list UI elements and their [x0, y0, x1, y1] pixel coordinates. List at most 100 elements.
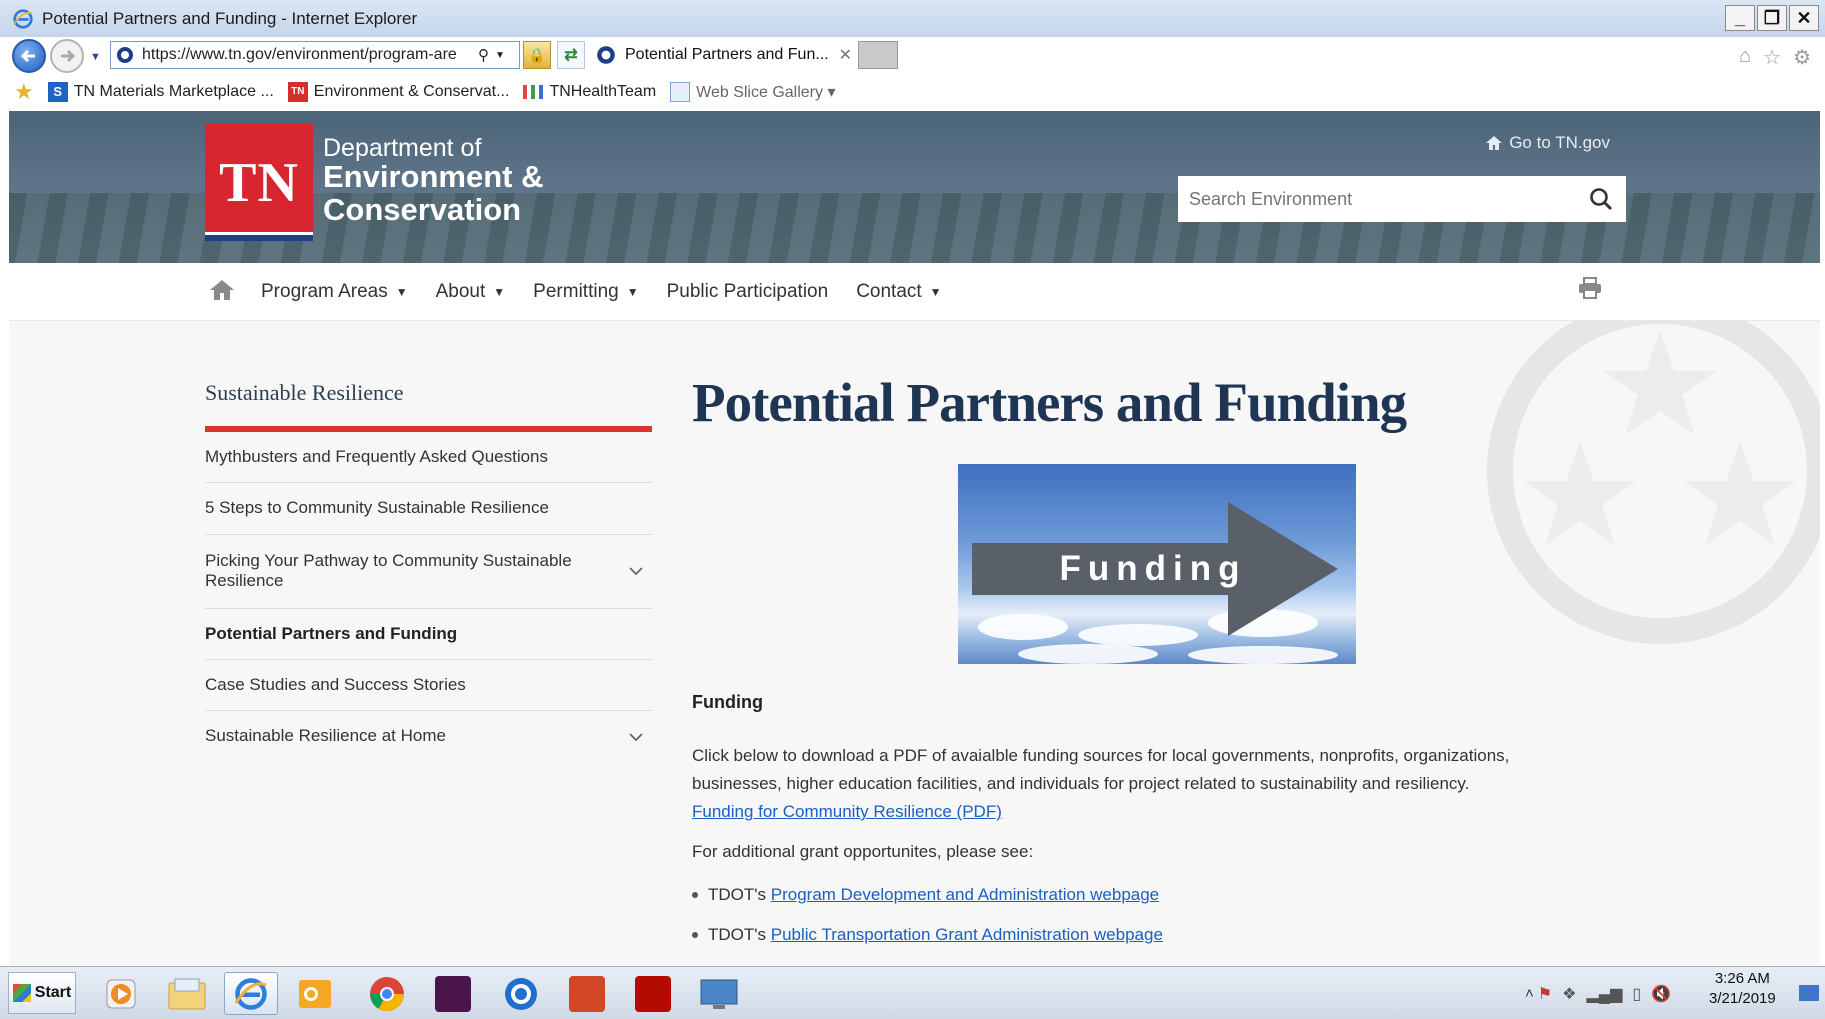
- taskbar-slack[interactable]: [426, 972, 480, 1015]
- monitor-icon: [700, 979, 738, 1009]
- browser-tab[interactable]: Potential Partners and Fun... ✕: [595, 39, 857, 71]
- clock-date: 3/21/2019: [1709, 990, 1776, 1007]
- list-item-prefix: TDOT's: [708, 925, 767, 944]
- lock-icon[interactable]: 🔒: [523, 41, 551, 69]
- taskbar-file-explorer[interactable]: [160, 972, 214, 1015]
- close-button[interactable]: ✕: [1789, 5, 1819, 31]
- nav-program-areas[interactable]: Program Areas ▼: [261, 281, 408, 303]
- window-title: Potential Partners and Funding - Interne…: [42, 8, 418, 28]
- page-title: Potential Partners and Funding: [692, 372, 1407, 433]
- show-desktop-button[interactable]: [1799, 985, 1819, 1001]
- tn-icon: TN: [287, 82, 308, 102]
- taskbar-internet-explorer[interactable]: [224, 972, 278, 1015]
- sidebar-item-label: Mythbusters and Frequently Asked Questio…: [205, 447, 549, 466]
- system-tray: ˄ ⚑ ❖ ▂▄▆ ▯ 🔇: [1525, 972, 1825, 1015]
- sidebar-item-case-studies[interactable]: Case Studies and Success Stories: [205, 660, 652, 712]
- go-to-tn-link[interactable]: Go to TN.gov: [1485, 133, 1610, 153]
- new-tab-button[interactable]: [858, 41, 898, 69]
- power-icon[interactable]: ▯: [1632, 984, 1641, 1004]
- favorite-label: Web Slice Gallery ▾: [696, 84, 836, 101]
- forward-button[interactable]: [50, 39, 84, 73]
- taskbar-media-player[interactable]: [94, 972, 148, 1015]
- home-icon[interactable]: ⌂: [1739, 45, 1751, 70]
- sidebar: Sustainable Resilience Mythbusters and F…: [205, 380, 652, 762]
- search-icon[interactable]: [1588, 186, 1614, 212]
- taskbar-acrobat[interactable]: [626, 972, 680, 1015]
- taskbar-skype-business[interactable]: [494, 972, 548, 1015]
- taskbar-outlook[interactable]: [288, 972, 342, 1015]
- funding-hero-image: Funding: [958, 464, 1356, 664]
- gear-icon[interactable]: ⚙: [1793, 45, 1811, 70]
- action-center-flag-icon[interactable]: ⚑: [1538, 984, 1552, 1004]
- cloud: [1018, 644, 1158, 664]
- nav-label: Public Participation: [666, 281, 829, 302]
- content-area: Sustainable Resilience Mythbusters and F…: [9, 321, 1820, 966]
- grant-links-list: TDOT's Program Development and Administr…: [692, 885, 1163, 965]
- minimize-button[interactable]: _: [1725, 5, 1755, 31]
- bars-icon: [523, 85, 544, 99]
- sidebar-item-potential-partners[interactable]: Potential Partners and Funding: [205, 609, 652, 660]
- tn-logo-stripe: [205, 232, 313, 241]
- tab-close-icon[interactable]: ✕: [839, 45, 852, 65]
- powerpoint-icon: [569, 975, 605, 1012]
- nav-label: Program Areas: [261, 281, 388, 302]
- program-development-link[interactable]: Program Development and Administration w…: [771, 885, 1159, 905]
- favorites-star-icon[interactable]: ☆: [1763, 45, 1781, 70]
- favorite-tnhealthteam[interactable]: TNHealthTeam: [523, 83, 656, 101]
- caret-down-icon: ▼: [493, 285, 506, 299]
- window-title-bar: Potential Partners and Funding - Interne…: [0, 0, 1825, 37]
- dept-line-2: Environment &: [323, 159, 544, 195]
- history-dropdown-icon[interactable]: ▼: [90, 51, 101, 63]
- sidebar-item-mythbusters[interactable]: Mythbusters and Frequently Asked Questio…: [205, 432, 652, 484]
- favorite-environment[interactable]: TN Environment & Conservat...: [287, 82, 509, 102]
- nav-public-participation[interactable]: Public Participation: [667, 281, 829, 303]
- nav-contact[interactable]: Contact ▼: [856, 281, 941, 303]
- dept-line-1: Department of: [323, 134, 482, 162]
- start-button[interactable]: Start: [8, 972, 76, 1014]
- tab-favicon-icon: [597, 46, 615, 64]
- tn-logo[interactable]: TN: [205, 124, 313, 241]
- restore-button[interactable]: ❐: [1757, 5, 1787, 31]
- back-button[interactable]: [12, 39, 46, 73]
- network-signal-icon[interactable]: ▂▄▆: [1586, 984, 1622, 1004]
- dept-line-3: Conservation: [323, 191, 522, 227]
- public-transportation-link[interactable]: Public Transportation Grant Administrati…: [771, 925, 1163, 945]
- nav-about[interactable]: About ▼: [436, 281, 506, 303]
- sidebar-item-picking-your-pathway[interactable]: Picking Your Pathway to Community Sustai…: [205, 535, 652, 609]
- volume-muted-icon[interactable]: 🔇: [1651, 984, 1671, 1004]
- site-header: TN Department of Environment & Conservat…: [9, 111, 1820, 263]
- paragraph-text: Click below to download a PDF of avaialb…: [692, 746, 1510, 793]
- department-name[interactable]: Department of Environment & Conservation: [323, 135, 543, 226]
- sidebar-item-at-home[interactable]: Sustainable Resilience at Home: [205, 711, 652, 761]
- cloud: [1078, 624, 1198, 646]
- taskbar-remote-desktop[interactable]: [692, 972, 746, 1015]
- url-text[interactable]: https://www.tn.gov/environment/program-a…: [142, 46, 472, 64]
- tray-expand-icon[interactable]: ˄: [1525, 985, 1534, 1002]
- site-favicon-icon: [117, 47, 133, 63]
- chevron-down-icon[interactable]: [628, 732, 644, 742]
- taskbar-clock[interactable]: 3:26 AM 3/21/2019: [1709, 969, 1776, 1009]
- taskbar-powerpoint[interactable]: [560, 972, 614, 1015]
- sidebar-title[interactable]: Sustainable Resilience: [205, 380, 652, 432]
- caret-down-icon: ▼: [395, 285, 408, 299]
- address-bar[interactable]: https://www.tn.gov/environment/program-a…: [110, 41, 520, 69]
- dropbox-icon[interactable]: ❖: [1562, 984, 1576, 1004]
- address-dropdown-icon[interactable]: ▼: [495, 50, 505, 61]
- nav-permitting[interactable]: Permitting ▼: [533, 281, 638, 303]
- chevron-down-icon[interactable]: [628, 566, 644, 576]
- search-input[interactable]: [1178, 179, 1568, 219]
- go-to-tn-label: Go to TN.gov: [1509, 133, 1610, 152]
- main-navigation: Program Areas ▼ About ▼ Permitting ▼ Public…: [9, 263, 1820, 321]
- search-icon[interactable]: ⚲: [478, 46, 489, 64]
- compatibility-refresh-icon[interactable]: ⇄: [557, 41, 585, 69]
- taskbar-chrome[interactable]: [360, 972, 414, 1015]
- bullet-dot: [692, 932, 698, 938]
- favorite-tn-materials[interactable]: S TN Materials Marketplace ...: [47, 82, 274, 102]
- print-icon[interactable]: [1578, 277, 1602, 299]
- internet-explorer-icon: [13, 8, 33, 29]
- home-icon[interactable]: [209, 279, 235, 301]
- sidebar-item-5-steps[interactable]: 5 Steps to Community Sustainable Resilie…: [205, 483, 652, 535]
- favorite-web-slice-gallery[interactable]: Web Slice Gallery ▾: [670, 82, 835, 102]
- favorites-add-star-icon[interactable]: ★: [14, 79, 34, 105]
- pdf-download-link[interactable]: Funding for Community Resilience (PDF): [692, 802, 1002, 821]
